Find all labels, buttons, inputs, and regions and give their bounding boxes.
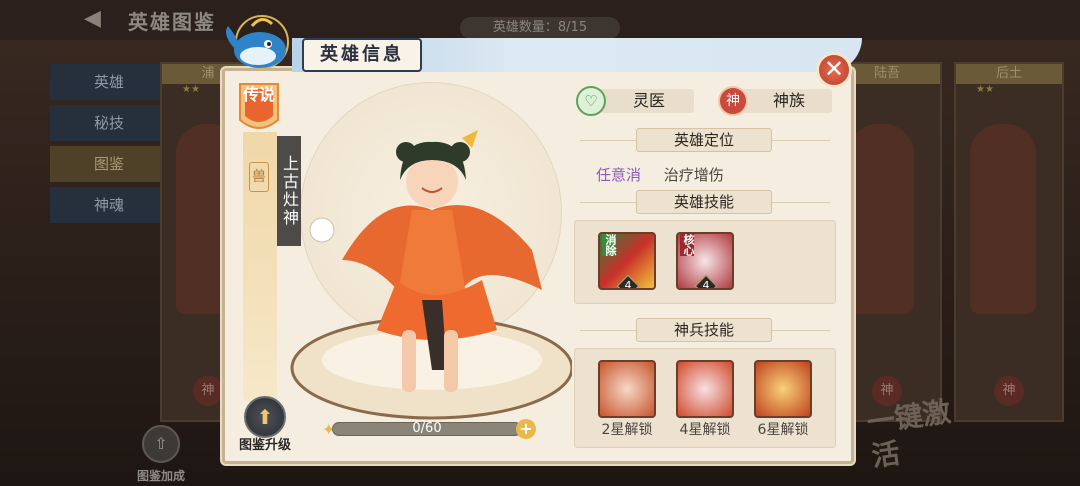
arrow-up-icon: ⇧ (142, 425, 180, 463)
hero-detail-panel: 灵医 ♡ 神族 神 英雄定位 任意消 治疗增伤 英雄技能 消除 4 核心 4 神… (570, 78, 840, 454)
positioning-header: 英雄定位 (636, 128, 772, 152)
codex-bonus-button[interactable]: ⇧ 图鉴加成 (128, 425, 194, 484)
whale-mascot-icon (226, 15, 289, 69)
skill-level: 4 (702, 279, 710, 290)
upgrade-arrow-icon: ⬆ (244, 396, 286, 438)
steamed-bun-icon[interactable]: 核心 4 (676, 232, 734, 290)
hero-portrait (290, 130, 572, 420)
weapon-skills-header: 神兵技能 (636, 318, 772, 342)
add-shard-button[interactable]: + (516, 419, 536, 439)
bun-pair-icon[interactable] (598, 360, 656, 418)
codex-bonus-label: 图鉴加成 (136, 469, 185, 483)
bun-sprout-icon[interactable] (676, 360, 734, 418)
hero-figure (848, 124, 914, 314)
positioning-tags: 任意消 治疗增伤 (596, 164, 724, 185)
skill-tag: 消除 (602, 234, 617, 256)
positioning-tag: 治疗增伤 (663, 166, 724, 184)
back-arrow-icon[interactable]: ◀ (84, 8, 116, 30)
side-tab-hero[interactable]: 英雄 (50, 64, 168, 100)
hero-skills-header: 英雄技能 (636, 190, 772, 214)
unlock-label: 4星解锁 (679, 422, 731, 438)
race-seal-icon: 神 (193, 376, 223, 406)
hero-card[interactable]: 后土 ★★ 神 (954, 62, 1064, 422)
hero-card-name: 后土 (956, 64, 1062, 84)
hero-figure (970, 124, 1036, 314)
heart-icon: ♡ (576, 86, 606, 116)
skill-level-badge: 4 (694, 274, 718, 290)
rarity-label: 传说 (242, 85, 275, 104)
faction-icon: 兽 (249, 162, 269, 192)
codex-upgrade-button[interactable]: ⬆ 图鉴升级 (232, 396, 298, 453)
side-tab-secret-skill[interactable]: 秘技 (50, 105, 168, 141)
skill-level: 4 (624, 279, 632, 290)
unlock-label: 2星解锁 (601, 422, 653, 438)
codex-progress: ✦ 0/60 + (322, 418, 536, 440)
race-tag: 神族 神 (718, 86, 834, 116)
skill-tag: 核心 (680, 234, 695, 256)
codex-upgrade-label: 图鉴升级 (238, 438, 291, 453)
class-tag: 灵医 ♡ (576, 86, 696, 116)
side-tab-codex[interactable]: 图鉴 (50, 146, 168, 182)
unlock-label: 6星解锁 (757, 422, 809, 438)
star-icon: ★★ (976, 84, 994, 95)
side-tab-soul[interactable]: 神魂 (50, 187, 168, 223)
positioning-tag: 任意消 (596, 166, 642, 184)
progress-value: 0/60 (412, 421, 442, 436)
dialog-title: 英雄信息 (302, 38, 422, 72)
side-tab-list: 英雄 秘技 图鉴 神魂 (50, 64, 168, 228)
race-icon: 神 (718, 86, 748, 116)
page-title: 英雄图鉴 (128, 10, 216, 34)
dialog-banner: 英雄信息 (222, 15, 862, 76)
race-seal-icon: 神 (994, 376, 1024, 406)
gold-ingot-icon[interactable]: 消除 4 (598, 232, 656, 290)
golden-feather-icon[interactable] (754, 360, 812, 418)
one-key-activate-button[interactable]: 一键激活 (865, 394, 965, 486)
skill-level-badge: 4 (616, 274, 640, 290)
